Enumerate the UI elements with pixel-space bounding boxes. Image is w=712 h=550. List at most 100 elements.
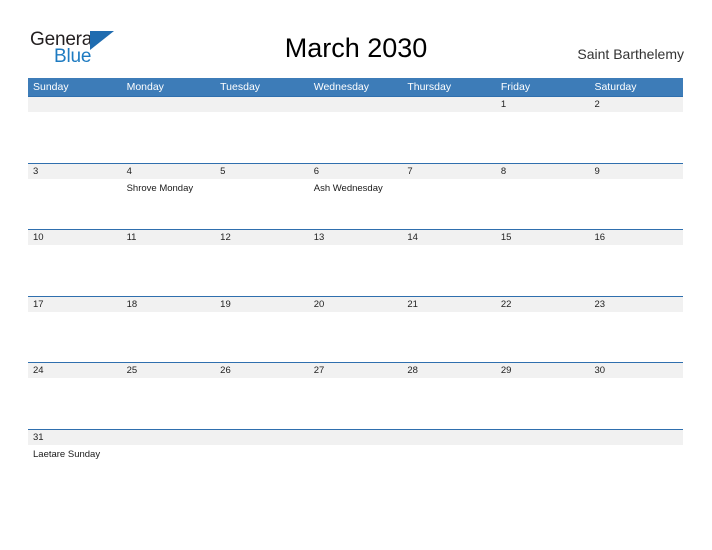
- day-event[interactable]: [309, 445, 403, 495]
- day-event[interactable]: [589, 378, 683, 428]
- calendar-page: General Blue March 2030 Saint Barthelemy…: [0, 0, 712, 550]
- day-number[interactable]: 6: [309, 164, 403, 179]
- day-event[interactable]: [215, 312, 309, 362]
- day-number[interactable]: [215, 97, 309, 112]
- day-number[interactable]: [402, 97, 496, 112]
- day-event[interactable]: [496, 378, 590, 428]
- day-event[interactable]: [28, 312, 122, 362]
- day-event[interactable]: [309, 378, 403, 428]
- week-row: 1 2: [28, 96, 683, 163]
- day-event[interactable]: [589, 179, 683, 229]
- day-event[interactable]: [122, 445, 216, 495]
- week-event-body: [28, 112, 683, 162]
- day-event[interactable]: [28, 179, 122, 229]
- day-event[interactable]: [309, 112, 403, 162]
- weekday-header-monday: Monday: [126, 81, 164, 93]
- day-number[interactable]: 28: [402, 363, 496, 378]
- day-event[interactable]: [309, 245, 403, 295]
- day-number[interactable]: 7: [402, 164, 496, 179]
- day-number[interactable]: 20: [309, 297, 403, 312]
- day-event[interactable]: [215, 445, 309, 495]
- day-number[interactable]: 31: [28, 430, 122, 445]
- day-event[interactable]: [589, 245, 683, 295]
- weekday-header-friday: Friday: [500, 81, 531, 93]
- day-event[interactable]: [496, 312, 590, 362]
- day-event[interactable]: [402, 312, 496, 362]
- day-number[interactable]: [309, 97, 403, 112]
- weekday-header-saturday: Saturday: [594, 81, 637, 93]
- week-event-body: [28, 378, 683, 428]
- day-event[interactable]: [122, 312, 216, 362]
- day-number[interactable]: 21: [402, 297, 496, 312]
- week-date-band: 31: [28, 429, 683, 445]
- day-event[interactable]: [122, 112, 216, 162]
- day-event[interactable]: [496, 112, 590, 162]
- day-number[interactable]: 16: [589, 230, 683, 245]
- day-number[interactable]: 30: [589, 363, 683, 378]
- day-number[interactable]: 29: [496, 363, 590, 378]
- week-row: 17 18 19 20 21 22 23: [28, 295, 683, 363]
- day-event[interactable]: [589, 312, 683, 362]
- day-number[interactable]: 5: [215, 164, 309, 179]
- day-event[interactable]: [215, 245, 309, 295]
- day-number[interactable]: 23: [589, 297, 683, 312]
- day-number[interactable]: 3: [28, 164, 122, 179]
- day-event[interactable]: [28, 245, 122, 295]
- day-number[interactable]: 4: [122, 164, 216, 179]
- day-number[interactable]: [122, 97, 216, 112]
- day-event[interactable]: [122, 378, 216, 428]
- day-number[interactable]: 11: [122, 230, 216, 245]
- day-event[interactable]: Ash Wednesday: [309, 179, 403, 229]
- day-number[interactable]: 17: [28, 297, 122, 312]
- weekday-header-row: Sunday Monday Tuesday Wednesday Thursday…: [28, 78, 683, 96]
- day-number[interactable]: 9: [589, 164, 683, 179]
- weekday-header-thursday: Thursday: [407, 81, 452, 93]
- day-event[interactable]: [496, 245, 590, 295]
- day-number[interactable]: 12: [215, 230, 309, 245]
- day-number[interactable]: [215, 430, 309, 445]
- day-event[interactable]: [215, 378, 309, 428]
- day-number[interactable]: 15: [496, 230, 590, 245]
- day-number[interactable]: [496, 430, 590, 445]
- day-event[interactable]: [215, 179, 309, 229]
- week-event-body: Laetare Sunday: [28, 444, 683, 495]
- day-number[interactable]: [309, 430, 403, 445]
- weekday-header-wednesday: Wednesday: [313, 81, 369, 93]
- day-event[interactable]: [28, 378, 122, 428]
- day-number[interactable]: 26: [215, 363, 309, 378]
- day-event[interactable]: [309, 312, 403, 362]
- day-event[interactable]: [589, 112, 683, 162]
- day-number[interactable]: 1: [496, 97, 590, 112]
- day-event[interactable]: [496, 445, 590, 495]
- day-number[interactable]: 22: [496, 297, 590, 312]
- day-number[interactable]: 18: [122, 297, 216, 312]
- day-number[interactable]: [122, 430, 216, 445]
- day-number[interactable]: [589, 430, 683, 445]
- day-number[interactable]: 25: [122, 363, 216, 378]
- day-number[interactable]: 8: [496, 164, 590, 179]
- day-number[interactable]: 19: [215, 297, 309, 312]
- day-event[interactable]: [402, 378, 496, 428]
- day-event[interactable]: Shrove Monday: [122, 179, 216, 229]
- day-event[interactable]: [402, 112, 496, 162]
- day-event[interactable]: [122, 245, 216, 295]
- day-number[interactable]: 2: [589, 97, 683, 112]
- weekday-header-sunday: Sunday: [33, 81, 69, 93]
- day-number[interactable]: 10: [28, 230, 122, 245]
- day-event[interactable]: [589, 445, 683, 495]
- day-event[interactable]: [215, 112, 309, 162]
- day-number[interactable]: 14: [402, 230, 496, 245]
- day-event[interactable]: [496, 179, 590, 229]
- day-event[interactable]: [402, 179, 496, 229]
- week-row: 3 4 5 6 7 8 9 Shrove Monday Ash Wednesda…: [28, 162, 683, 230]
- week-row: 24 25 26 27 28 29 30: [28, 362, 683, 429]
- day-number[interactable]: 13: [309, 230, 403, 245]
- day-event[interactable]: Laetare Sunday: [28, 445, 122, 495]
- day-number[interactable]: [28, 97, 122, 112]
- day-number[interactable]: [402, 430, 496, 445]
- day-number[interactable]: 27: [309, 363, 403, 378]
- day-number[interactable]: 24: [28, 363, 122, 378]
- day-event[interactable]: [28, 112, 122, 162]
- day-event[interactable]: [402, 445, 496, 495]
- day-event[interactable]: [402, 245, 496, 295]
